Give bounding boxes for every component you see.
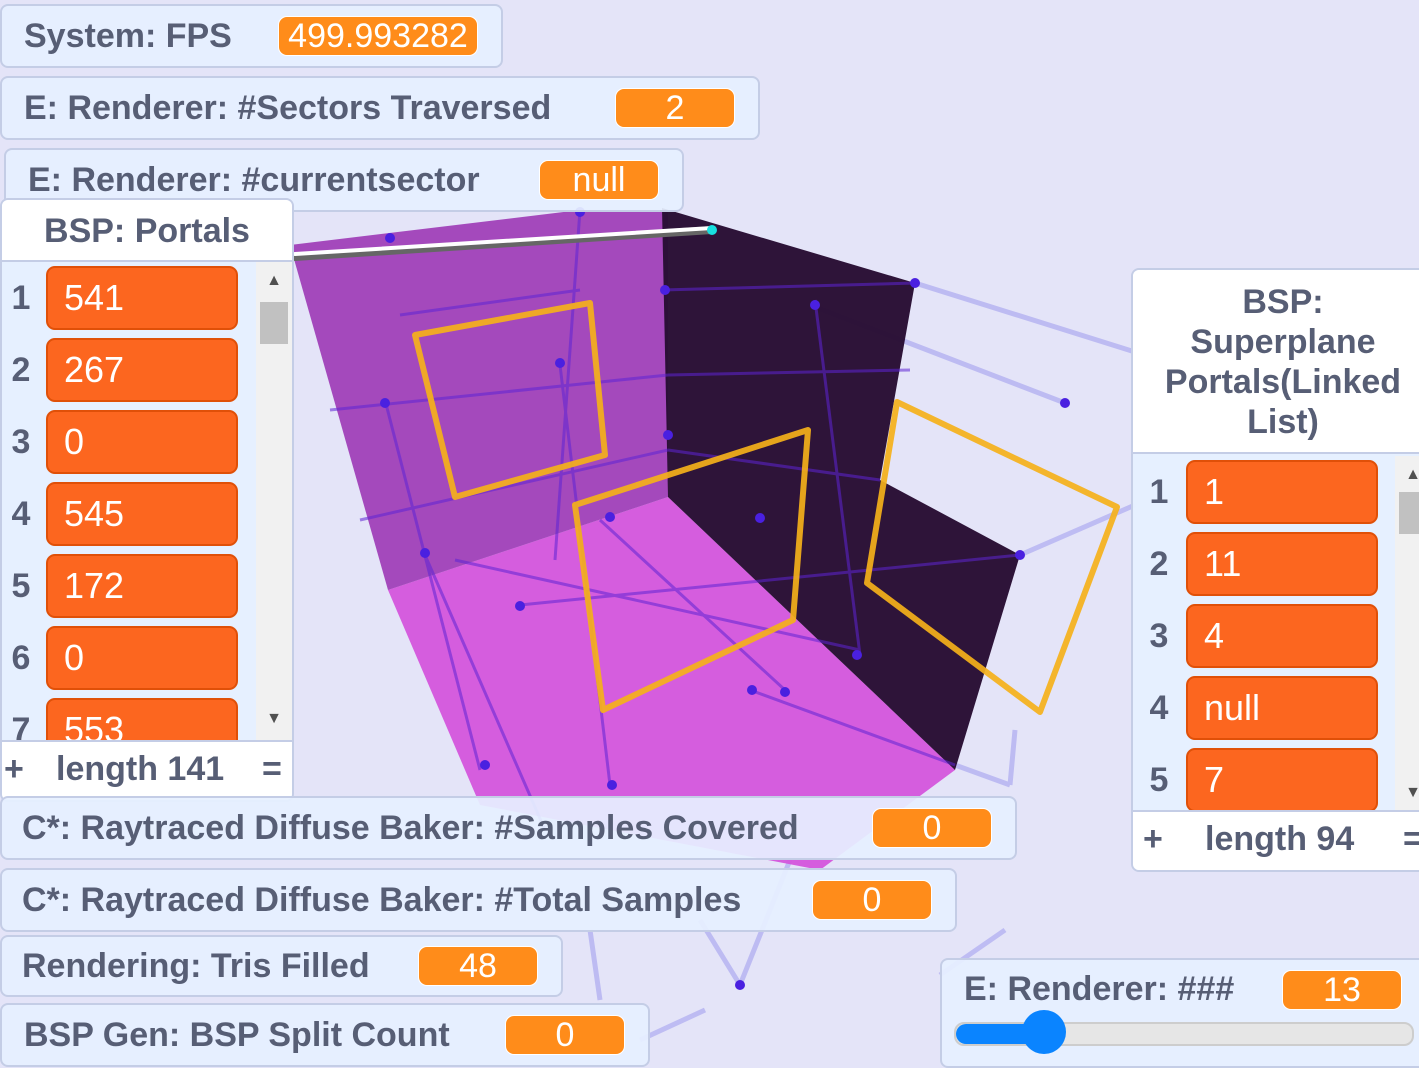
samples-covered-label: C*: Raytraced Diffuse Baker: #Samples Co… <box>22 808 799 847</box>
list-cell[interactable]: 541 <box>46 266 238 330</box>
current-sector-value: null <box>539 160 659 200</box>
list-index: 4 <box>11 495 31 533</box>
scrollbar-thumb[interactable] <box>260 302 288 344</box>
list-item[interactable]: 4 null <box>1133 672 1419 744</box>
total-samples-monitor[interactable]: C*: Raytraced Diffuse Baker: #Total Samp… <box>0 868 957 932</box>
renderer-hash-slider[interactable] <box>954 1010 1414 1054</box>
list-index: 1 <box>1149 473 1169 511</box>
superplane-title-line: Superplane <box>1190 323 1376 361</box>
list-index: 5 <box>11 567 31 605</box>
list-item[interactable]: 2 267 <box>2 334 292 406</box>
list-cell[interactable]: 0 <box>46 626 238 690</box>
total-samples-label: C*: Raytraced Diffuse Baker: #Total Samp… <box>22 880 742 919</box>
list-item[interactable]: 6 0 <box>2 622 292 694</box>
list-index: 3 <box>1149 617 1169 655</box>
list-item[interactable]: 3 4 <box>1133 600 1419 672</box>
list-cell[interactable]: 7 <box>1186 748 1378 812</box>
stage: System: FPS 499.993282 E: Renderer: #Sec… <box>0 0 1419 1068</box>
list-cell[interactable]: 4 <box>1186 604 1378 668</box>
list-index: 2 <box>1149 545 1169 583</box>
fps-monitor[interactable]: System: FPS 499.993282 <box>0 4 503 68</box>
total-samples-value: 0 <box>812 880 932 920</box>
list-cell[interactable]: 172 <box>46 554 238 618</box>
list-index: 6 <box>11 639 31 677</box>
tris-filled-label: Rendering: Tris Filled <box>22 946 370 985</box>
superplane-list-body[interactable]: 1 1 2 11 3 4 4 null 5 7 ▲ ▼ <box>1133 456 1419 812</box>
add-item-button[interactable]: + <box>4 750 24 789</box>
list-index: 7 <box>11 711 31 742</box>
list-cell[interactable]: 0 <box>46 410 238 474</box>
superplane-list-scrollbar[interactable]: ▲ ▼ <box>1395 456 1419 812</box>
renderer-hash-slider-monitor[interactable]: E: Renderer: ### 13 <box>940 958 1419 1068</box>
fps-value: 499.993282 <box>278 16 478 56</box>
scroll-down-icon[interactable]: ▼ <box>256 708 292 730</box>
scroll-up-icon[interactable]: ▲ <box>1395 464 1419 486</box>
list-item[interactable]: 7 553 <box>2 694 292 742</box>
slider-knob[interactable] <box>1021 1010 1066 1054</box>
list-index: 5 <box>1149 761 1169 799</box>
samples-covered-value: 0 <box>872 808 992 848</box>
renderer-hash-label: E: Renderer: ### <box>964 970 1235 1008</box>
portals-list-scrollbar[interactable]: ▲ ▼ <box>256 262 292 742</box>
superplane-title-line: BSP: <box>1242 283 1324 321</box>
bsp-split-count-value: 0 <box>505 1015 625 1055</box>
scroll-up-icon[interactable]: ▲ <box>256 270 292 292</box>
list-index: 1 <box>11 279 31 317</box>
superplane-list-monitor[interactable]: BSP: Superplane Portals(Linked List) 1 1… <box>1131 268 1419 872</box>
list-cell[interactable]: null <box>1186 676 1378 740</box>
list-index: 4 <box>1149 689 1169 727</box>
superplane-list-title: BSP: Superplane Portals(Linked List) <box>1133 270 1419 454</box>
portals-list-monitor[interactable]: BSP: Portals 1 541 2 267 3 0 4 545 5 172 <box>0 198 294 802</box>
tris-filled-value: 48 <box>418 946 538 986</box>
samples-covered-monitor[interactable]: C*: Raytraced Diffuse Baker: #Samples Co… <box>0 796 1017 860</box>
list-item[interactable]: 1 1 <box>1133 456 1419 528</box>
list-length: length 141 <box>56 750 225 788</box>
resize-handle[interactable]: = <box>1403 820 1419 859</box>
portals-list-footer: + length 141 = <box>2 740 292 800</box>
list-item[interactable]: 1 541 <box>2 262 292 334</box>
list-index: 2 <box>11 351 31 389</box>
scrollbar-thumb[interactable] <box>1399 492 1419 534</box>
list-cell[interactable]: 1 <box>1186 460 1378 524</box>
list-cell[interactable]: 553 <box>46 698 238 742</box>
portals-list-title: BSP: Portals <box>2 200 292 262</box>
fps-label: System: FPS <box>24 16 232 55</box>
superplane-title-line: List) <box>1247 403 1319 441</box>
sectors-traversed-value: 2 <box>615 88 735 128</box>
portals-list-body[interactable]: 1 541 2 267 3 0 4 545 5 172 6 0 7 553 ▲ … <box>2 262 292 742</box>
list-cell[interactable]: 11 <box>1186 532 1378 596</box>
sectors-traversed-monitor[interactable]: E: Renderer: #Sectors Traversed 2 <box>0 76 760 140</box>
tris-filled-monitor[interactable]: Rendering: Tris Filled 48 <box>0 935 563 997</box>
sectors-traversed-label: E: Renderer: #Sectors Traversed <box>24 88 552 127</box>
superplane-list-footer: + length 94 = <box>1133 810 1419 870</box>
list-item[interactable]: 4 545 <box>2 478 292 550</box>
bsp-split-count-label: BSP Gen: BSP Split Count <box>24 1015 450 1054</box>
list-cell[interactable]: 545 <box>46 482 238 546</box>
list-item[interactable]: 2 11 <box>1133 528 1419 600</box>
resize-handle[interactable]: = <box>262 750 282 789</box>
add-item-button[interactable]: + <box>1143 820 1163 859</box>
scroll-down-icon[interactable]: ▼ <box>1395 782 1419 804</box>
renderer-hash-value: 13 <box>1282 970 1402 1010</box>
current-sector-label: E: Renderer: #currentsector <box>28 160 480 199</box>
list-cell[interactable]: 267 <box>46 338 238 402</box>
list-item[interactable]: 5 7 <box>1133 744 1419 812</box>
bsp-split-count-monitor[interactable]: BSP Gen: BSP Split Count 0 <box>0 1003 650 1067</box>
list-item[interactable]: 3 0 <box>2 406 292 478</box>
list-length: length 94 <box>1205 820 1355 858</box>
superplane-title-line: Portals(Linked <box>1164 363 1402 401</box>
list-index: 3 <box>11 423 31 461</box>
list-item[interactable]: 5 172 <box>2 550 292 622</box>
